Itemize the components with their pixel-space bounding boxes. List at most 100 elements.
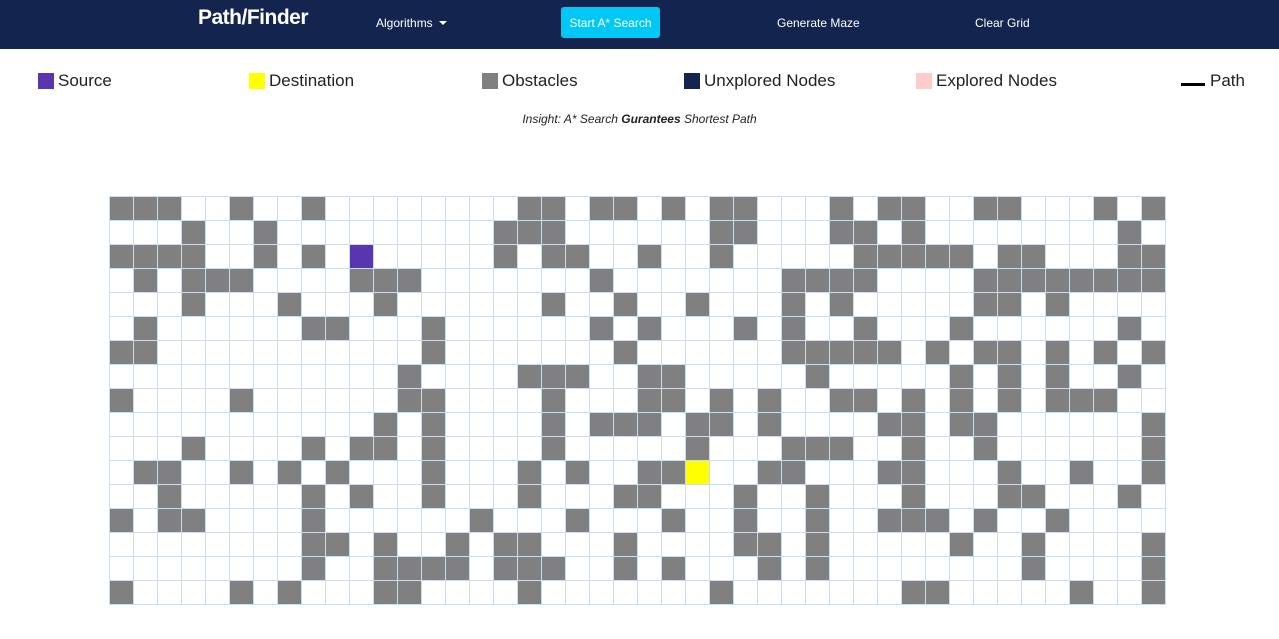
obstacle-cell[interactable]: [1045, 508, 1069, 532]
obstacle-cell[interactable]: [565, 508, 589, 532]
obstacle-cell[interactable]: [925, 340, 949, 364]
grid-cell[interactable]: [805, 292, 829, 316]
grid-cell[interactable]: [973, 460, 997, 484]
obstacle-cell[interactable]: [901, 580, 925, 604]
grid-cell[interactable]: [253, 508, 277, 532]
grid-cell[interactable]: [925, 388, 949, 412]
grid-cell[interactable]: [1045, 244, 1069, 268]
obstacle-cell[interactable]: [925, 244, 949, 268]
grid-cell[interactable]: [565, 532, 589, 556]
grid-cell[interactable]: [1141, 364, 1165, 388]
grid-cell[interactable]: [493, 436, 517, 460]
grid-cell[interactable]: [133, 220, 157, 244]
grid-cell[interactable]: [133, 436, 157, 460]
obstacle-cell[interactable]: [277, 292, 301, 316]
grid-cell[interactable]: [469, 556, 493, 580]
obstacle-cell[interactable]: [829, 220, 853, 244]
grid-cell[interactable]: [925, 436, 949, 460]
obstacle-cell[interactable]: [997, 268, 1021, 292]
obstacle-cell[interactable]: [805, 484, 829, 508]
grid-cell[interactable]: [1045, 220, 1069, 244]
grid-cell[interactable]: [709, 340, 733, 364]
grid-cell[interactable]: [733, 340, 757, 364]
grid-cell[interactable]: [229, 556, 253, 580]
obstacle-cell[interactable]: [997, 340, 1021, 364]
grid-cell[interactable]: [685, 508, 709, 532]
grid-cell[interactable]: [493, 388, 517, 412]
obstacle-cell[interactable]: [301, 244, 325, 268]
grid-cell[interactable]: [493, 268, 517, 292]
obstacle-cell[interactable]: [853, 244, 877, 268]
obstacle-cell[interactable]: [661, 388, 685, 412]
obstacle-cell[interactable]: [829, 436, 853, 460]
grid-cell[interactable]: [733, 244, 757, 268]
grid-cell[interactable]: [349, 508, 373, 532]
grid-cell[interactable]: [733, 268, 757, 292]
start-search-button[interactable]: Start A* Search: [561, 7, 660, 38]
obstacle-cell[interactable]: [517, 580, 541, 604]
grid-cell[interactable]: [469, 388, 493, 412]
obstacle-cell[interactable]: [1045, 268, 1069, 292]
grid-cell[interactable]: [1093, 532, 1117, 556]
grid-cell[interactable]: [1141, 316, 1165, 340]
grid-cell[interactable]: [1021, 340, 1045, 364]
grid-cell[interactable]: [205, 388, 229, 412]
obstacle-cell[interactable]: [397, 388, 421, 412]
brand-logo[interactable]: Path/Finder: [198, 6, 309, 30]
grid-cell[interactable]: [397, 532, 421, 556]
obstacle-cell[interactable]: [109, 244, 133, 268]
grid-cell[interactable]: [277, 532, 301, 556]
obstacle-cell[interactable]: [1045, 388, 1069, 412]
grid-cell[interactable]: [877, 484, 901, 508]
grid-cell[interactable]: [781, 556, 805, 580]
grid-cell[interactable]: [397, 436, 421, 460]
obstacle-cell[interactable]: [805, 436, 829, 460]
grid-cell[interactable]: [829, 412, 853, 436]
grid-cell[interactable]: [1045, 580, 1069, 604]
grid-cell[interactable]: [661, 532, 685, 556]
grid-cell[interactable]: [421, 220, 445, 244]
grid-cell[interactable]: [949, 484, 973, 508]
grid-cell[interactable]: [109, 484, 133, 508]
grid-cell[interactable]: [493, 508, 517, 532]
obstacle-cell[interactable]: [685, 292, 709, 316]
obstacle-cell[interactable]: [781, 292, 805, 316]
grid-cell[interactable]: [205, 292, 229, 316]
grid-cell[interactable]: [469, 484, 493, 508]
grid-cell[interactable]: [1093, 244, 1117, 268]
grid-cell[interactable]: [829, 460, 853, 484]
grid-cell[interactable]: [901, 268, 925, 292]
grid-cell[interactable]: [709, 316, 733, 340]
grid-cell[interactable]: [373, 244, 397, 268]
obstacle-cell[interactable]: [973, 508, 997, 532]
grid-cell[interactable]: [541, 316, 565, 340]
grid-cell[interactable]: [205, 412, 229, 436]
grid-cell[interactable]: [325, 388, 349, 412]
obstacle-cell[interactable]: [469, 508, 493, 532]
grid-cell[interactable]: [757, 220, 781, 244]
grid-cell[interactable]: [349, 412, 373, 436]
obstacle-cell[interactable]: [493, 244, 517, 268]
grid-cell[interactable]: [589, 484, 613, 508]
grid-cell[interactable]: [1021, 196, 1045, 220]
obstacle-cell[interactable]: [805, 508, 829, 532]
grid-cell[interactable]: [325, 508, 349, 532]
obstacle-cell[interactable]: [733, 484, 757, 508]
obstacle-cell[interactable]: [301, 484, 325, 508]
obstacle-cell[interactable]: [997, 364, 1021, 388]
obstacle-cell[interactable]: [637, 316, 661, 340]
obstacle-cell[interactable]: [829, 340, 853, 364]
obstacle-cell[interactable]: [997, 244, 1021, 268]
grid-cell[interactable]: [181, 484, 205, 508]
obstacle-cell[interactable]: [1021, 484, 1045, 508]
grid-cell[interactable]: [589, 220, 613, 244]
obstacle-cell[interactable]: [1069, 460, 1093, 484]
grid-cell[interactable]: [253, 580, 277, 604]
obstacle-cell[interactable]: [757, 532, 781, 556]
obstacle-cell[interactable]: [541, 364, 565, 388]
grid-cell[interactable]: [205, 220, 229, 244]
grid-cell[interactable]: [829, 508, 853, 532]
grid-cell[interactable]: [157, 316, 181, 340]
grid-cell[interactable]: [709, 292, 733, 316]
grid-cell[interactable]: [133, 364, 157, 388]
